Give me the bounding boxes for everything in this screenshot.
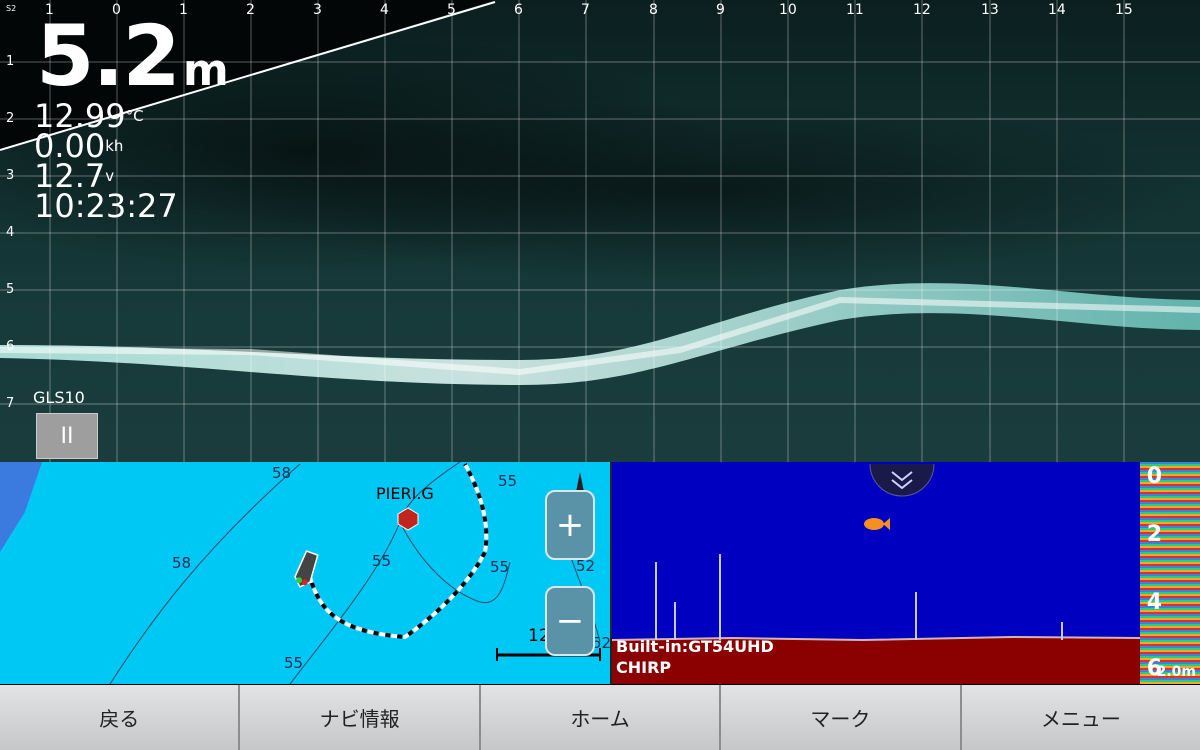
water-temp-unit: °C [125,107,144,125]
waypoint-label[interactable]: PIERI.G [376,484,434,503]
x-tick: 11 [846,2,864,18]
x-tick: 3 [313,2,322,18]
back-button[interactable]: 戻る [0,685,241,750]
y-tick: 3 [6,168,15,183]
x-tick: 15 [1115,2,1133,18]
x-tick: 10 [779,2,797,18]
land-area [0,462,42,552]
channel-tag: S2 [6,4,17,13]
depth-label: 55 [284,654,304,672]
x-tick: 7 [581,2,590,18]
y-tick: 2 [6,111,15,126]
x-tick: 12 [913,2,931,18]
nav-info-button[interactable]: ナビ情報 [240,685,481,750]
echo-scale-label: 0 [1146,464,1162,489]
waypoint-marker [397,507,419,531]
x-tick: 13 [981,2,999,18]
bottom-toolbar: 戻る ナビ情報 ホーム マーク メニュー [0,685,1200,750]
echo-zoom-label: 2.0m [1156,664,1196,680]
nav-chart [0,462,601,684]
y-tick: 1 [6,54,15,69]
depth-label: 55 [498,472,518,490]
depth-label: 58 [172,554,192,572]
echo-pane[interactable]: 0 2 4 6 2.0m Built-in:GT54UHD CHIRP [612,462,1200,684]
depth-label: 55 [372,552,392,570]
transducer-label: Built-in:GT54UHD [616,637,774,656]
sonar-source-label: GLS10 [33,388,85,407]
amplitude-strip [1140,462,1200,684]
speed-unit: kh [105,137,124,155]
x-tick: 2 [246,2,255,18]
depth-value: 5.2 [36,7,181,105]
x-tick: 9 [716,2,725,18]
voltage-unit: v [105,167,115,185]
sonar-pane[interactable]: S2 1 0 1 2 3 4 5 6 7 8 9 10 11 12 13 14 … [0,0,1200,462]
y-tick: 7 [6,396,15,411]
depth-contour [289,462,461,684]
echo-scale-label: 4 [1146,590,1162,615]
x-tick: 6 [514,2,523,18]
depth-unit: m [182,45,229,96]
pause-button[interactable]: II [36,413,98,459]
y-tick: 5 [6,282,15,297]
depth-label: 58 [272,464,292,482]
home-button[interactable]: ホーム [480,685,722,750]
depth-contour [109,463,301,684]
frequency-mode-label: CHIRP [616,658,672,677]
zoom-in-button[interactable]: + [545,490,595,560]
echo-scale-label: 2 [1146,522,1162,547]
y-tick: 6 [6,339,15,354]
clock-readout: 10:23:27 [34,187,178,225]
depth-label: 55 [490,558,510,576]
x-tick: 8 [649,2,658,18]
chart-pane[interactable]: 58 58 55 55 55 52 52 55 PIERI.G 12m + − [0,462,613,684]
x-tick: 5 [447,2,456,18]
x-tick: 14 [1048,2,1066,18]
y-tick: 4 [6,225,15,240]
fish-icon [864,518,890,530]
mark-button[interactable]: マーク [721,685,962,750]
x-tick: 4 [380,2,389,18]
menu-button[interactable]: メニュー [961,685,1200,750]
boat-icon [294,550,319,588]
zoom-out-button[interactable]: − [545,586,595,656]
